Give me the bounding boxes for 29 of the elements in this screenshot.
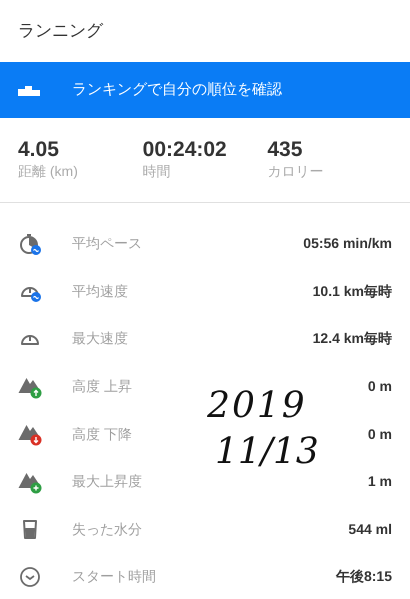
stat-label: 最大速度: [72, 329, 128, 348]
stat-value: 05:56 min/km: [303, 234, 392, 254]
stat-label: 平均速度: [72, 282, 128, 301]
stat-label: スタート時間: [72, 567, 156, 586]
summary-label: 時間: [142, 162, 172, 180]
stat-value: 544 ml: [348, 520, 392, 539]
podium-icon: [18, 84, 40, 96]
ranking-banner[interactable]: ランキングで自分の順位を確認: [0, 62, 410, 118]
stat-label: 失った水分: [72, 520, 142, 539]
stat-label: 最大上昇度: [72, 472, 142, 492]
summary-value: 00:24:02: [142, 138, 228, 162]
stopwatch-icon: [18, 232, 42, 256]
handwritten-year: 2019: [207, 385, 307, 427]
stat-value: 12.4 km毎時: [312, 329, 392, 348]
summary-label: カロリー: [267, 162, 324, 180]
stat-value: 0 m: [368, 377, 392, 396]
summary-label: 距離 (km): [18, 162, 79, 180]
summary-value: 435: [267, 138, 304, 162]
handwritten-date: 11/13: [215, 431, 319, 473]
stat-value: 午後8:15: [336, 567, 392, 586]
stat-label: 高度 上昇: [72, 377, 132, 396]
stat-value: 0 m: [368, 424, 392, 444]
stat-value: 1 m: [368, 472, 392, 492]
screen-title: ランニング: [18, 20, 103, 42]
stat-value: 10.1 km毎時: [312, 282, 392, 301]
stat-label: 高度 下降: [72, 424, 132, 444]
clock-icon: [18, 564, 42, 589]
summary-value: 4.05: [18, 138, 60, 162]
stat-label: 平均ペース: [72, 234, 142, 254]
